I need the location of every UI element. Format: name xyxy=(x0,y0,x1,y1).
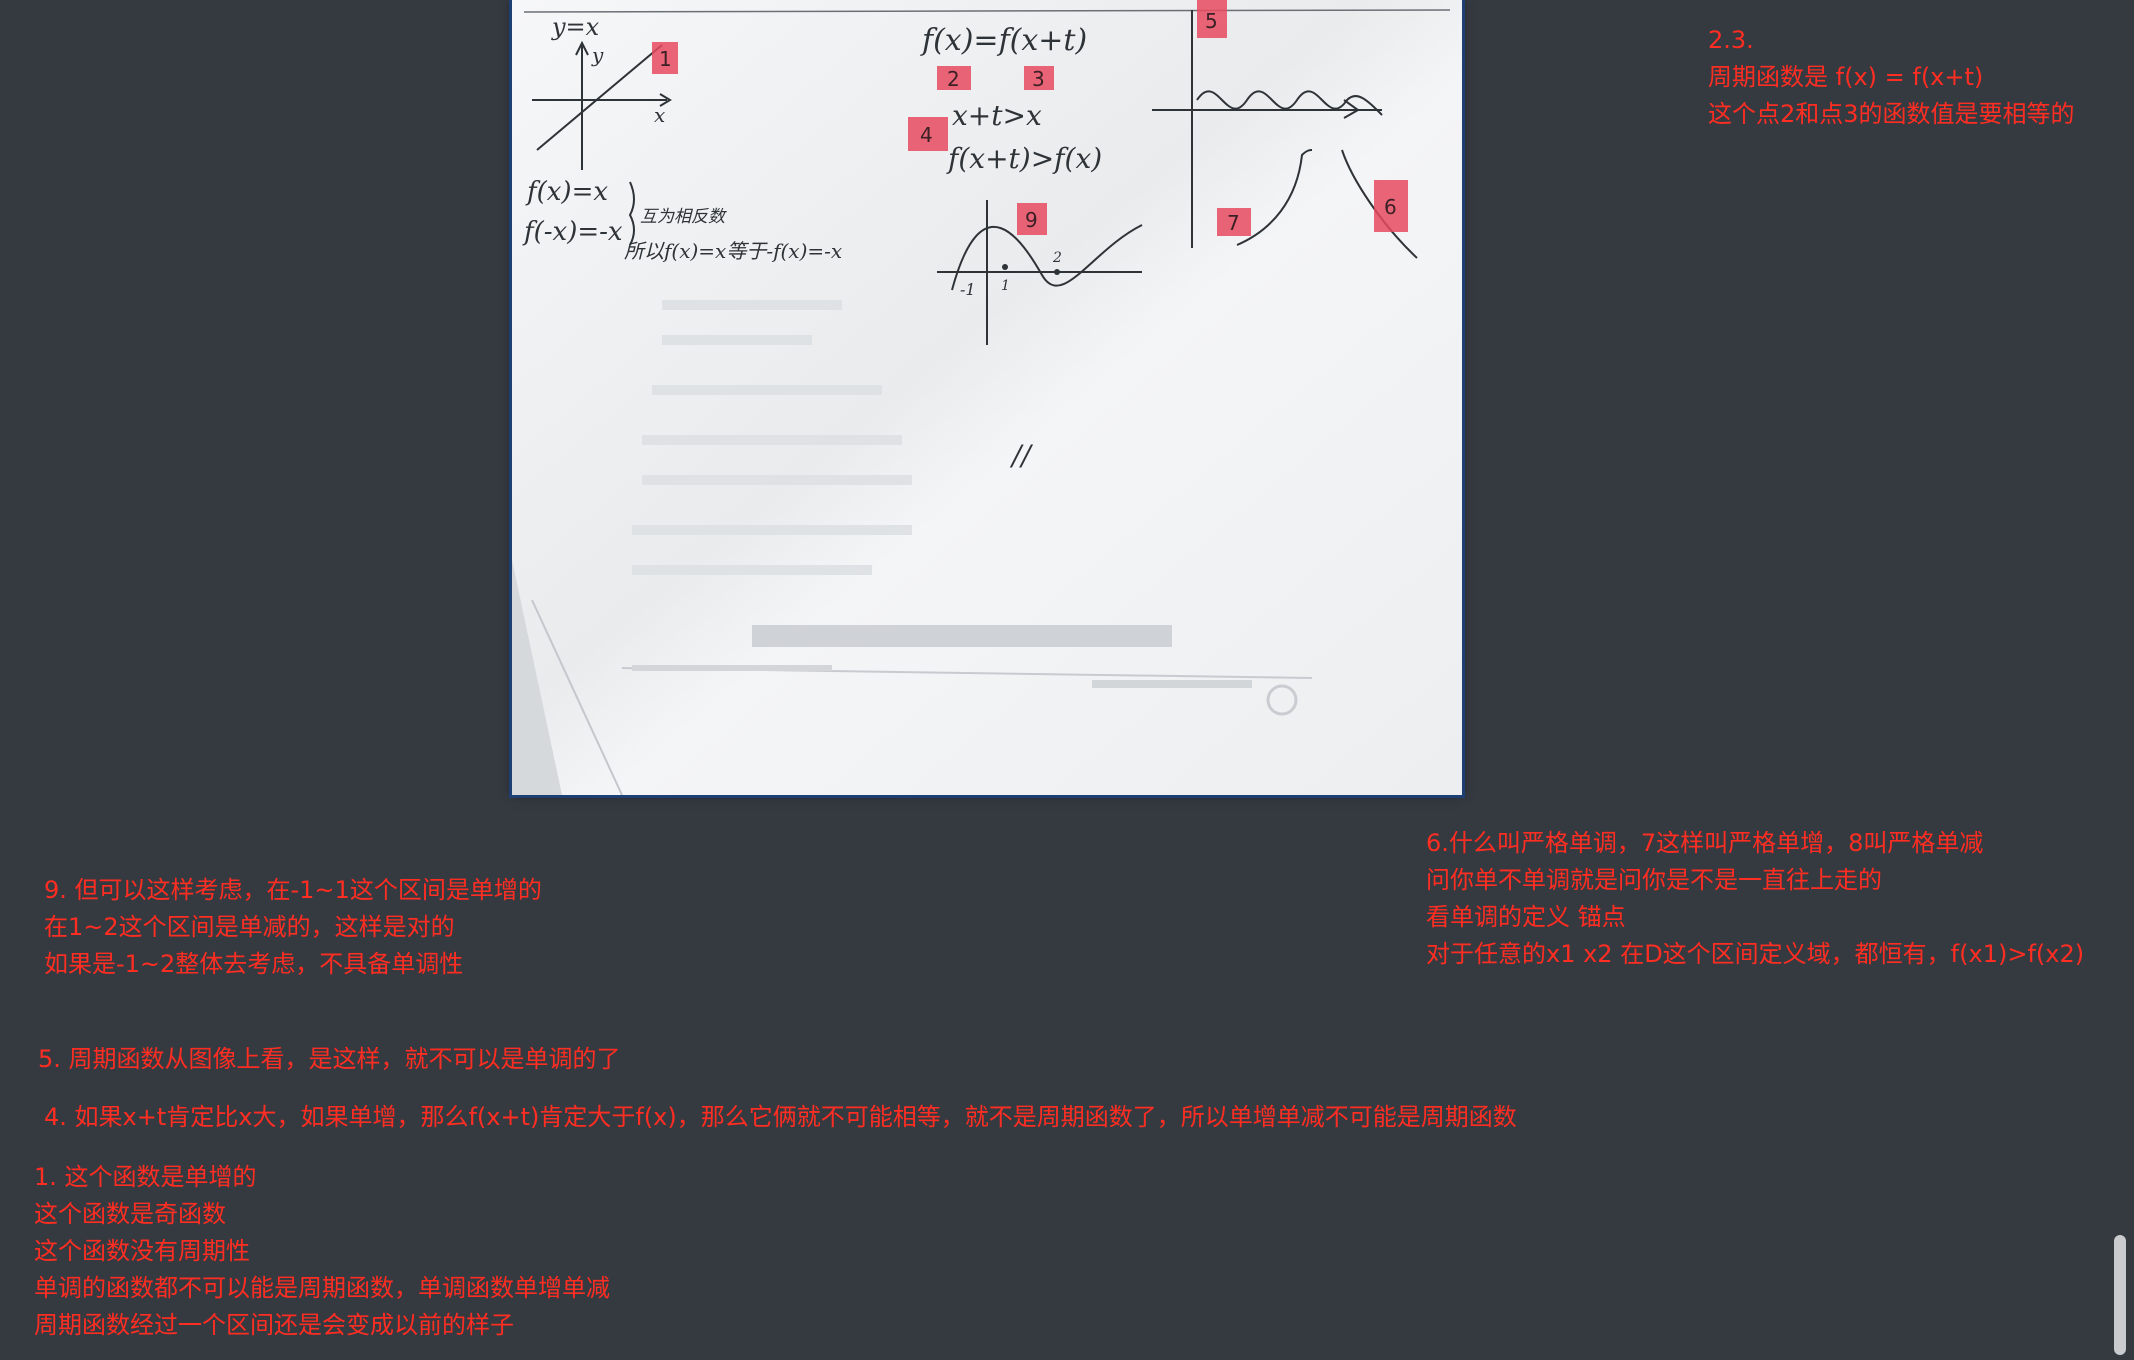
mark-2-label: 2 xyxy=(947,67,960,91)
mark-1-label: 1 xyxy=(659,47,672,71)
mark-4-label: 4 xyxy=(920,123,933,147)
note-periodic-not-monotone: 5. 周期函数从图像上看，是这样，就不可以是单调的了 xyxy=(38,1041,621,1078)
mark-7-label: 7 xyxy=(1227,211,1240,235)
note-line: 周期函数经过一个区间还是会变成以前的样子 xyxy=(34,1311,514,1339)
handwriting-ineq2: f(x+t)>f(x) xyxy=(946,142,1102,175)
axis-two: 2 xyxy=(1052,250,1062,266)
note-line: 9. 但可以这样考虑，在-1~1这个区间是单增的 xyxy=(44,876,542,904)
note-strict-monotone: 6.什么叫严格单调，7这样叫严格单增，8叫严格单减 问你单不单调就是问你是不是一… xyxy=(1426,825,2084,973)
note-line: 这个点2和点3的函数值是要相等的 xyxy=(1708,100,2075,128)
parallel-mark: // xyxy=(1009,439,1033,472)
mark-9-label: 9 xyxy=(1025,208,1038,232)
axis-minus-one: -1 xyxy=(960,280,976,299)
photo-drawing: y=x y x 1 f(x)=x f(-x)=-x 互为相反数 所以f(x)=x… xyxy=(512,0,1462,795)
note-periodic-definition: 2.3. 周期函数是 f(x) = f(x+t) 这个点2和点3的函数值是要相等… xyxy=(1708,22,2075,133)
note-line: 周期函数是 f(x) = f(x+t) xyxy=(1708,63,1984,91)
note-line: 如果是-1~2整体去考虑，不具备单调性 xyxy=(44,950,464,978)
handwriting-ineq1: x+t>x xyxy=(952,99,1042,132)
axis-one: 1 xyxy=(1001,278,1010,294)
handwriting-brace-note: 互为相反数 xyxy=(640,207,727,227)
note-line: 看单调的定义 锚点 xyxy=(1426,903,1626,931)
handwriting-periodic-def: f(x)=f(x+t) xyxy=(920,23,1087,58)
note-line: 6.什么叫严格单调，7这样叫严格单增，8叫严格单减 xyxy=(1426,829,1984,857)
mark-6-label: 6 xyxy=(1384,195,1397,219)
notebook-photo: y=x y x 1 f(x)=x f(-x)=-x 互为相反数 所以f(x)=x… xyxy=(512,0,1462,795)
note-line: 问你单不单调就是问你是不是一直往上走的 xyxy=(1426,866,1882,894)
note-line: 1. 这个函数是单增的 xyxy=(34,1163,257,1191)
vertical-scrollbar[interactable] xyxy=(2114,1235,2126,1355)
handwriting-line2: f(-x)=-x xyxy=(522,217,623,247)
note-line: 2.3. xyxy=(1708,26,1754,54)
handwriting-line3: 所以f(x)=x等于-f(x)=-x xyxy=(624,239,842,263)
graph1-label: y=x xyxy=(551,13,600,41)
note-line: 4. 如果x+t肯定比x大，如果单增，那么f(x+t)肯定大于f(x)，那么它俩… xyxy=(44,1103,1517,1131)
note-function-properties: 1. 这个函数是单增的 这个函数是奇函数 这个函数没有周期性 单调的函数都不可以… xyxy=(34,1159,610,1344)
note-line: 在1~2这个区间是单减的，这样是对的 xyxy=(44,913,455,941)
note-line: 5. 周期函数从图像上看，是这样，就不可以是单调的了 xyxy=(38,1045,621,1073)
note-line: 对于任意的x1 x2 在D这个区间定义域，都恒有，f(x1)>f(x2) xyxy=(1426,940,2085,968)
handwriting-line1: f(x)=x xyxy=(525,177,608,207)
note-line: 单调的函数都不可以能是周期函数，单调函数单增单减 xyxy=(34,1274,610,1302)
note-line: 这个函数没有周期性 xyxy=(34,1237,250,1265)
graph1-axis-y: y xyxy=(591,43,604,67)
note-interval-monotone: 9. 但可以这样考虑，在-1~1这个区间是单增的 在1~2这个区间是单减的，这样… xyxy=(44,872,542,983)
note-monotone-not-periodic: 4. 如果x+t肯定比x大，如果单增，那么f(x+t)肯定大于f(x)，那么它俩… xyxy=(44,1099,1517,1136)
graph1-axis-x: x xyxy=(654,103,665,127)
mark-3-label: 3 xyxy=(1032,67,1045,91)
note-line: 这个函数是奇函数 xyxy=(34,1200,226,1228)
mark-5-label: 5 xyxy=(1205,9,1218,33)
